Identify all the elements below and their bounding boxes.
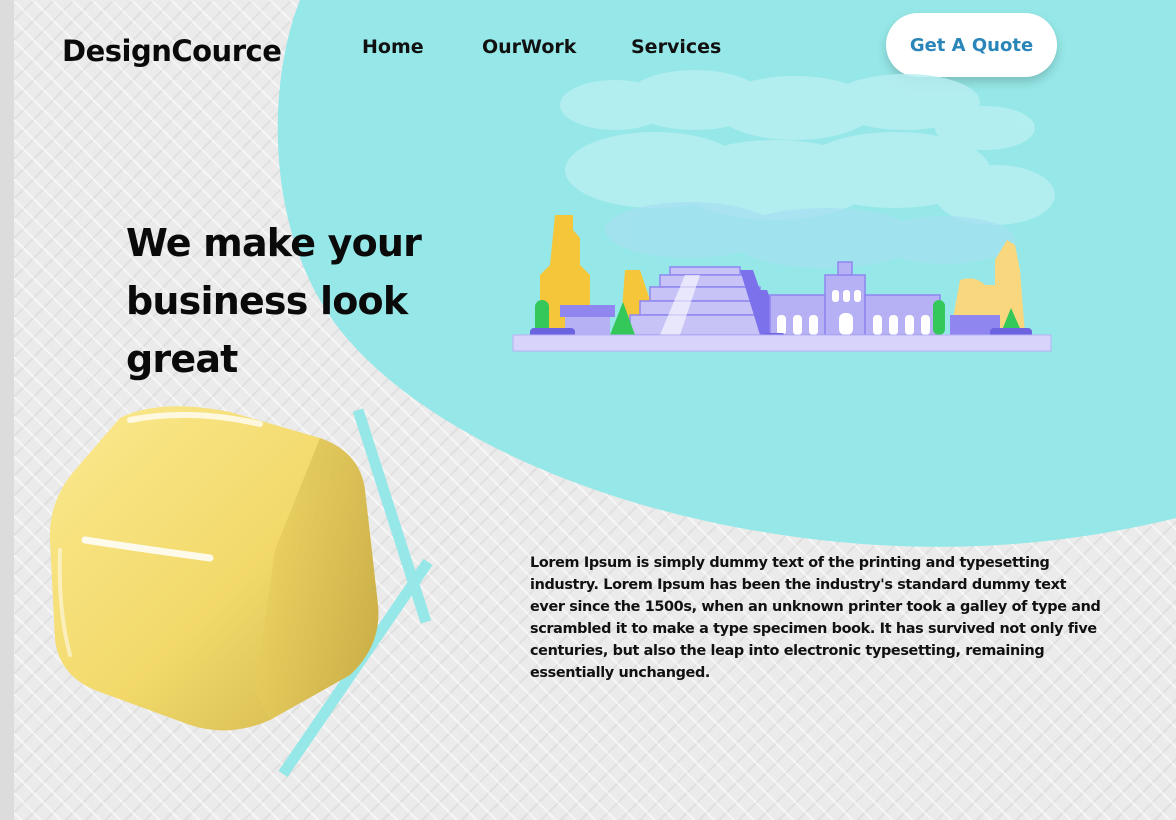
get-quote-button[interactable]: Get A Quote — [886, 13, 1057, 77]
left-edge-strip — [0, 0, 14, 820]
hero-headline: We make your business look great — [126, 221, 422, 381]
clouds — [560, 70, 1055, 225]
city-skyline-illustration — [512, 70, 1055, 352]
nav-link-services[interactable]: Services — [631, 36, 721, 58]
hero-description: Lorem Ipsum is simply dummy text of the … — [530, 555, 1101, 681]
nav-link-home[interactable]: Home — [362, 36, 424, 58]
brand-logo[interactable]: DesignCource — [62, 34, 282, 68]
nav-link-ourwork[interactable]: OurWork — [482, 36, 576, 58]
yellow-cube-graphic — [49, 406, 433, 778]
ground — [512, 334, 1052, 352]
